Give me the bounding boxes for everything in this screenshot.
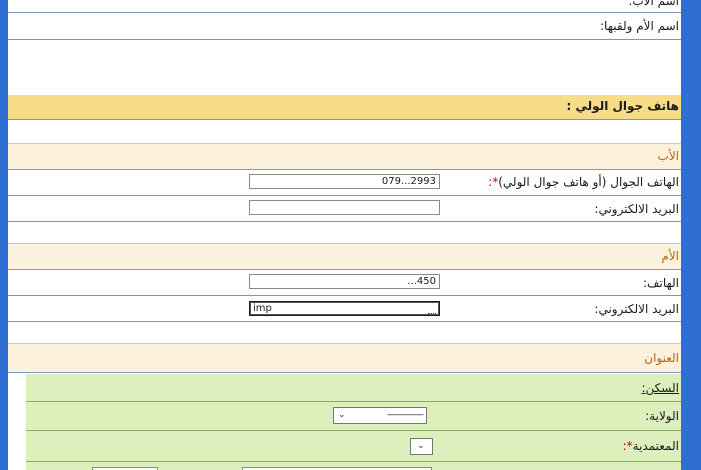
spacer <box>8 322 681 344</box>
father-section-title: الأب <box>657 149 679 163</box>
father-email-input[interactable] <box>249 200 440 215</box>
mother-section-header: الأم <box>8 244 681 270</box>
mother-phone-label: الهاتف: <box>643 276 679 290</box>
mother-phone-input[interactable]: ...450 <box>249 274 440 289</box>
extra-fields-row <box>26 462 681 470</box>
spellcheck-underline <box>428 311 436 314</box>
guardian-mobile-row: هاتف جوال الولي : <box>8 95 681 120</box>
residence-label: السكن: <box>641 381 680 395</box>
spacer <box>8 222 681 244</box>
delegation-select[interactable]: ⌄ <box>410 438 433 455</box>
mother-name-row: اسم الأم ولقبها: <box>8 13 681 40</box>
mother-name-label: اسم الأم ولقبها: <box>600 19 679 33</box>
required-mark: *: <box>488 175 499 189</box>
mother-email-input[interactable]: imp <box>249 301 440 316</box>
father-email-row: البريد الالكتروني: <box>8 196 681 222</box>
mother-phone-row: الهاتف: ...450 <box>8 270 681 296</box>
required-mark: *: <box>622 439 633 453</box>
father-name-label: اسم الأب: <box>628 0 679 8</box>
father-mobile-row: الهاتف الجوال (أو هاتف جوال الولي)*: 079… <box>8 170 681 196</box>
page-scrollbar[interactable] <box>681 0 688 470</box>
chevron-down-icon: ⌄ <box>338 410 346 420</box>
residence-row: السكن: <box>26 374 681 402</box>
state-row: الولاية: ⌄ ---------------- <box>26 402 681 431</box>
state-label: الولاية: <box>645 409 679 423</box>
address-section-title: العنوان <box>644 351 679 365</box>
mother-email-row: البريد الالكتروني: imp <box>8 296 681 322</box>
father-mobile-label: الهاتف الجوال (أو هاتف جوال الولي)*: <box>488 175 679 189</box>
delegation-label: المعتمدية*: <box>622 439 679 453</box>
father-email-label: البريد الالكتروني: <box>594 202 679 216</box>
chevron-down-icon: ⌄ <box>417 441 425 451</box>
mother-section-title: الأم <box>661 249 679 263</box>
spacer <box>8 120 681 144</box>
father-mobile-input[interactable]: 079...2993 <box>249 174 440 189</box>
father-section-header: الأب <box>8 144 681 170</box>
state-select[interactable]: ⌄ ---------------- <box>333 407 427 424</box>
father-name-row: اسم الأب: <box>8 0 681 13</box>
address-block: السكن: الولاية: ⌄ ---------------- المعت… <box>26 374 681 470</box>
mother-email-label: البريد الالكتروني: <box>594 302 679 316</box>
guardian-mobile-label: هاتف جوال الولي : <box>566 99 679 113</box>
delegation-row: المعتمدية*: ⌄ <box>26 431 681 462</box>
address-section-header: العنوان <box>8 344 681 373</box>
form-page: اسم الأب: اسم الأم ولقبها: هاتف جوال الو… <box>8 0 681 470</box>
